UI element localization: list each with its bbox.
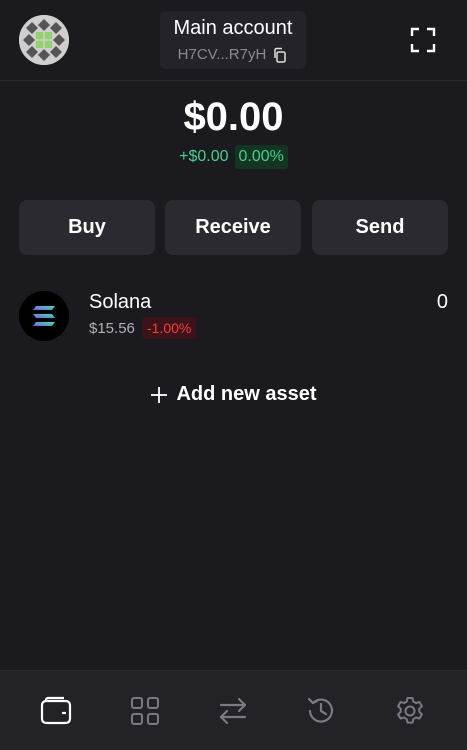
plus-icon [150,386,168,404]
expand-icon[interactable] [409,26,437,54]
copy-icon[interactable] [272,47,288,63]
header: Main account H7CV...R7yH [0,0,467,81]
swap-icon[interactable] [217,695,249,727]
balance-change: +$0.00 0.00% [0,145,467,169]
settings-icon[interactable] [394,695,426,727]
avatar[interactable] [19,15,69,65]
balance-change-percent: 0.00% [234,145,288,169]
asset-name: Solana [89,291,152,313]
add-new-asset-button[interactable]: Add new asset [0,383,467,406]
apps-grid-icon[interactable] [129,695,161,727]
account-name: Main account [173,17,293,39]
balance-change-usd: +$0.00 [179,148,229,165]
asset-row-solana[interactable]: Solana $15.56 -1.00% 0 [19,290,449,345]
account-selector[interactable]: Main account H7CV...R7yH [160,11,306,69]
bottom-tab-bar [0,670,467,750]
account-address: H7CV...R7yH [177,46,267,63]
send-button[interactable]: Send [312,200,448,255]
account-address-row[interactable]: H7CV...R7yH [160,46,306,63]
asset-price: $15.56 [89,320,135,337]
wallet-icon[interactable] [40,695,72,727]
solana-icon [19,291,69,341]
receive-button[interactable]: Receive [165,200,301,255]
asset-change: -1.00% [142,317,197,339]
buy-button[interactable]: Buy [19,200,155,255]
history-icon[interactable] [305,695,337,727]
asset-balance: 0 [436,291,448,313]
add-new-asset-label: Add new asset [176,383,317,405]
total-balance: $0.00 [183,95,284,139]
